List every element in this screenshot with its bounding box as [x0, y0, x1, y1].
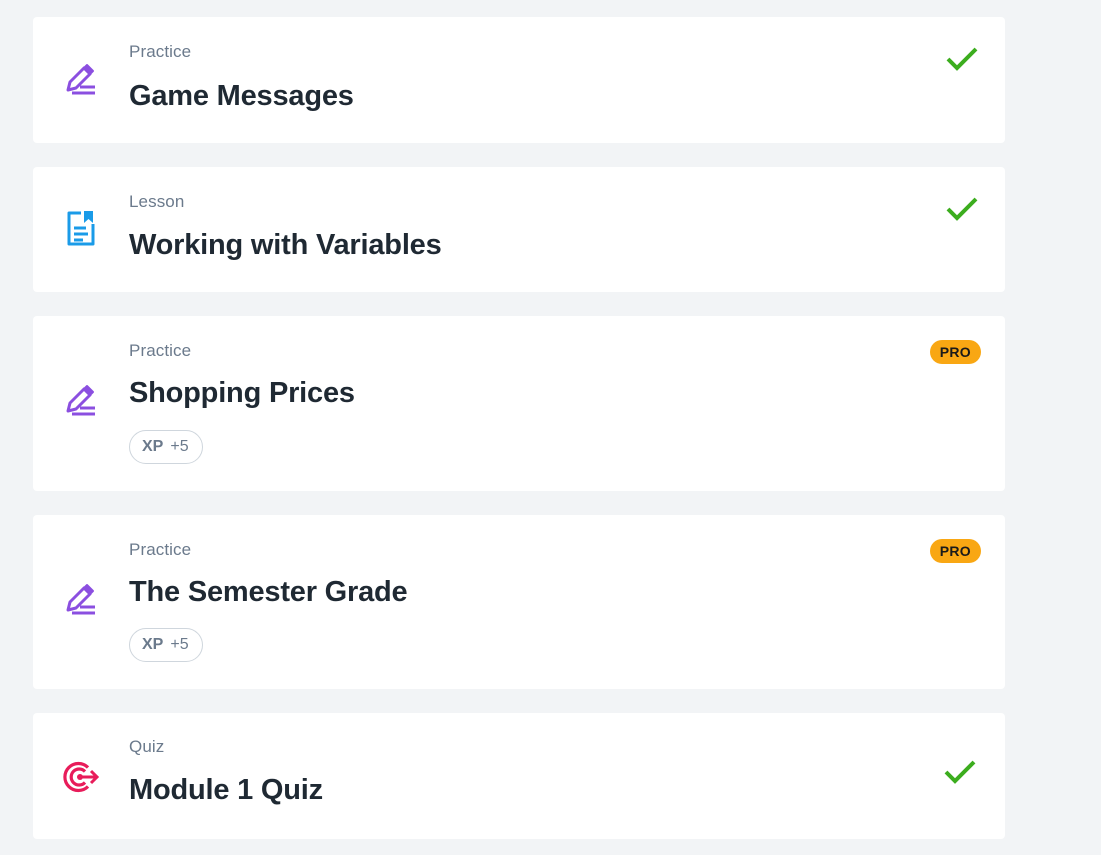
pencil-lines-icon [63, 383, 99, 419]
item-type-label: Lesson [129, 192, 185, 211]
list-item-shopping-prices[interactable]: Practice Shopping Prices PRO XP +5 [33, 316, 1005, 491]
xp-value: +5 [170, 438, 189, 455]
target-arrow-icon [63, 759, 99, 795]
pro-badge: PRO [929, 340, 981, 364]
list-item-working-with-variables[interactable]: Lesson Working with Variables [33, 167, 1005, 292]
item-type-label: Practice [129, 341, 192, 360]
item-title: The Semester Grade [129, 576, 408, 608]
item-title: Module 1 Quiz [129, 774, 323, 806]
xp-reward-chip: XP +5 [129, 430, 203, 464]
checkmark-icon [946, 47, 978, 71]
checkmark-icon [946, 197, 978, 221]
list-item-module-1-quiz[interactable]: Quiz Module 1 Quiz [33, 713, 1005, 839]
xp-label: XP [142, 636, 164, 653]
xp-value: +5 [170, 636, 189, 653]
item-type-label: Practice [129, 42, 192, 61]
item-type-label: Practice [129, 540, 192, 559]
pencil-lines-icon [63, 582, 99, 618]
item-title: Shopping Prices [129, 377, 355, 409]
list-item-the-semester-grade[interactable]: Practice The Semester Grade PRO XP +5 [33, 515, 1005, 689]
item-title: Working with Variables [129, 229, 442, 261]
item-type-label: Quiz [129, 737, 165, 756]
pro-badge: PRO [929, 539, 981, 563]
document-bookmark-icon [63, 210, 99, 246]
lesson-list: Practice Game Messages Lesson Working wi… [33, 17, 1005, 839]
list-item-game-messages[interactable]: Practice Game Messages [33, 17, 1005, 143]
item-title: Game Messages [129, 80, 354, 112]
xp-label: XP [142, 438, 164, 455]
xp-reward-chip: XP +5 [129, 628, 203, 662]
pencil-lines-icon [63, 62, 99, 98]
checkmark-icon [944, 760, 976, 784]
